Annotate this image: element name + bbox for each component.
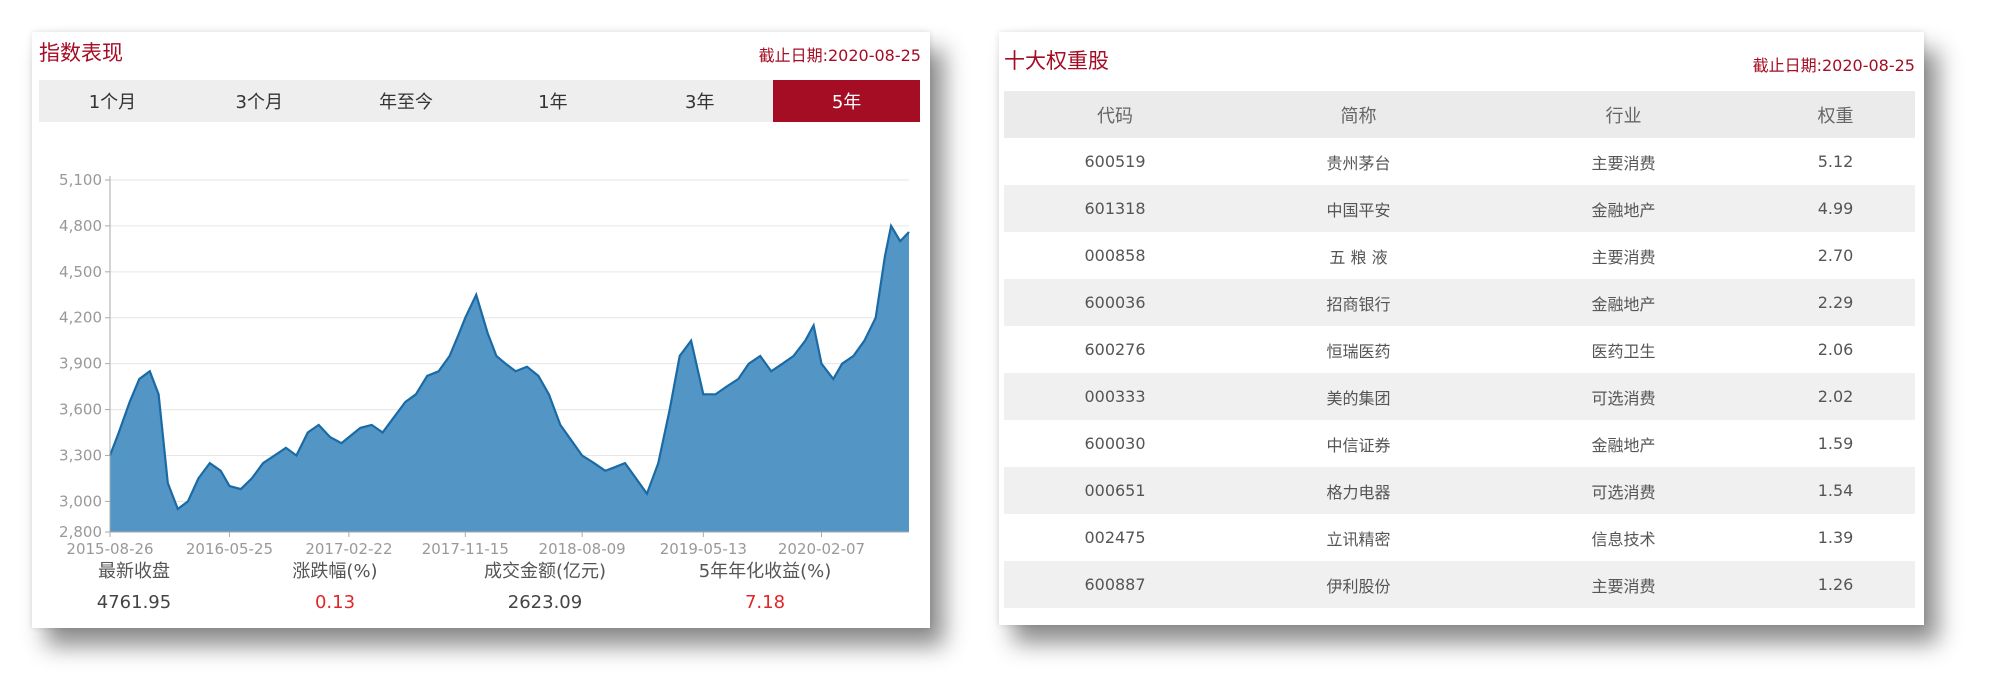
- cell-code: 002475: [1084, 528, 1146, 547]
- stat-turnover: 成交金额(亿元) 2623.09: [455, 557, 635, 613]
- cell-weight: 5.12: [1817, 152, 1854, 171]
- stat-label: 最新收盘: [98, 561, 170, 582]
- stat-value: 2623.09: [507, 592, 583, 613]
- table-row: 002475 立讯精密 信息技术 1.39: [1004, 514, 1915, 561]
- cell-name: 伊利股份: [1326, 576, 1391, 596]
- cell-industry: 主要消费: [1591, 153, 1656, 173]
- weights-table: 代码 简称 行业 权重 600519 贵州茅台 主要消费 5.12 601318…: [1004, 91, 1915, 608]
- tab-3-years[interactable]: 3年: [626, 80, 773, 122]
- cell-industry: 金融地产: [1591, 200, 1656, 220]
- x-tick-label: 2016-05-25: [186, 540, 273, 558]
- y-tick-label: 3,300: [59, 446, 102, 464]
- col-name: 简称: [1340, 105, 1377, 127]
- cell-name: 贵州茅台: [1326, 153, 1391, 173]
- cell-weight: 1.39: [1817, 528, 1854, 547]
- cell-name: 招商银行: [1326, 294, 1391, 314]
- cell-name: 恒瑞医药: [1326, 341, 1391, 361]
- period-tabs: 1个月 3个月 年至今 1年 3年 5年: [39, 80, 920, 122]
- y-tick-label: 3,900: [59, 355, 102, 373]
- cell-weight: 1.59: [1817, 434, 1854, 453]
- x-tick-label: 2018-08-09: [539, 540, 626, 558]
- tab-ytd[interactable]: 年至今: [333, 80, 480, 122]
- x-tick-label: 2019-05-13: [660, 540, 747, 558]
- table-row: 000858 五 粮 液 主要消费 2.70: [1004, 232, 1915, 279]
- cell-code: 000651: [1084, 481, 1146, 500]
- table-header: 代码 简称 行业 权重: [1004, 91, 1915, 138]
- cell-industry: 医药卫生: [1591, 341, 1656, 361]
- stat-label: 成交金额(亿元): [483, 561, 607, 582]
- y-tick-label: 4,200: [59, 309, 102, 327]
- cell-name: 立讯精密: [1326, 529, 1391, 549]
- table-row: 601318 中国平安 金融地产 4.99: [1004, 185, 1915, 232]
- y-tick-label: 3,600: [59, 401, 102, 419]
- stat-label: 涨跌幅(%): [292, 561, 378, 582]
- tab-5-years[interactable]: 5年: [773, 80, 920, 122]
- cell-weight: 1.54: [1817, 481, 1854, 500]
- cell-weight: 4.99: [1817, 199, 1854, 218]
- tab-1-month[interactable]: 1个月: [39, 80, 186, 122]
- table-row: 600276 恒瑞医药 医药卫生 2.06: [1004, 326, 1915, 373]
- panel-title: 十大权重股: [1004, 49, 1109, 73]
- y-tick-label: 4,500: [59, 263, 102, 281]
- stat-annualized-return: 5年年化收益(%) 7.18: [675, 557, 855, 613]
- y-tick-label: 3,000: [59, 492, 102, 510]
- cell-weight: 2.02: [1817, 387, 1854, 406]
- table-row: 000333 美的集团 可选消费 2.02: [1004, 373, 1915, 420]
- stat-label: 5年年化收益(%): [698, 561, 832, 582]
- cell-industry: 可选消费: [1591, 388, 1656, 408]
- cell-code: 000858: [1084, 246, 1146, 265]
- stat-change-pct: 涨跌幅(%) 0.13: [245, 557, 425, 613]
- x-tick-label: 2015-08-26: [66, 540, 153, 558]
- cell-industry: 金融地产: [1591, 294, 1656, 314]
- cell-industry: 金融地产: [1591, 435, 1656, 455]
- col-code: 代码: [1097, 105, 1133, 127]
- table-row: 000651 格力电器 可选消费 1.54: [1004, 467, 1915, 514]
- x-tick-label: 2020-02-07: [778, 540, 865, 558]
- y-tick-label: 5,100: [59, 171, 102, 189]
- cell-industry: 信息技术: [1591, 529, 1656, 549]
- stat-value: 7.18: [744, 592, 786, 613]
- table-row: 600036 招商银行 金融地产 2.29: [1004, 279, 1915, 326]
- stat-value: 4761.95: [96, 592, 172, 613]
- x-tick-label: 2017-02-22: [305, 540, 392, 558]
- cell-code: 601318: [1084, 199, 1146, 218]
- cell-industry: 主要消费: [1591, 247, 1656, 267]
- table-row: 600519 贵州茅台 主要消费 5.12: [1004, 138, 1915, 185]
- tab-1-year[interactable]: 1年: [479, 80, 626, 122]
- table-row: 600887 伊利股份 主要消费 1.26: [1004, 561, 1915, 608]
- cell-code: 600887: [1084, 575, 1146, 594]
- col-weight: 权重: [1817, 105, 1854, 127]
- table-row: 600030 中信证券 金融地产 1.59: [1004, 420, 1915, 467]
- index-area-chart: 2,800 3,000 3,300 3,600 3,900 4,200 4,500 4,800…: [59, 171, 910, 558]
- cutoff-date: 截止日期:2020-08-25: [1752, 56, 1915, 75]
- cell-name: 格力电器: [1326, 482, 1391, 502]
- cell-name: 五 粮 液: [1329, 247, 1388, 267]
- stat-latest-close: 最新收盘 4761.95: [44, 557, 224, 613]
- cell-name: 美的集团: [1326, 388, 1391, 408]
- cell-industry: 可选消费: [1591, 482, 1656, 502]
- cell-weight: 2.06: [1817, 340, 1854, 359]
- cell-name: 中信证券: [1326, 435, 1391, 455]
- y-tick-label: 4,800: [59, 217, 102, 235]
- index-performance-panel: 指数表现 截止日期:2020-08-25 1个月 3个月 年至今 1年 3年 5…: [32, 32, 930, 628]
- cell-weight: 2.29: [1817, 293, 1854, 312]
- col-industry: 行业: [1605, 105, 1642, 127]
- tab-3-months[interactable]: 3个月: [186, 80, 333, 122]
- cell-code: 600036: [1084, 293, 1146, 312]
- cell-industry: 主要消费: [1591, 576, 1656, 596]
- cell-code: 000333: [1084, 387, 1146, 406]
- cutoff-date: 截止日期:2020-08-25: [758, 46, 921, 65]
- cell-name: 中国平安: [1326, 200, 1391, 220]
- cell-code: 600030: [1084, 434, 1146, 453]
- cell-code: 600276: [1084, 340, 1146, 359]
- cell-weight: 1.26: [1817, 575, 1854, 594]
- y-tick-label: 2,800: [59, 523, 102, 541]
- x-tick-label: 2017-11-15: [422, 540, 509, 558]
- cell-weight: 2.70: [1817, 246, 1854, 265]
- top-weights-panel: 十大权重股 截止日期:2020-08-25 代码 简称 行业 权重 600519…: [999, 32, 1924, 625]
- panel-title: 指数表现: [39, 41, 123, 65]
- cell-code: 600519: [1084, 152, 1146, 171]
- stat-value: 0.13: [314, 592, 356, 613]
